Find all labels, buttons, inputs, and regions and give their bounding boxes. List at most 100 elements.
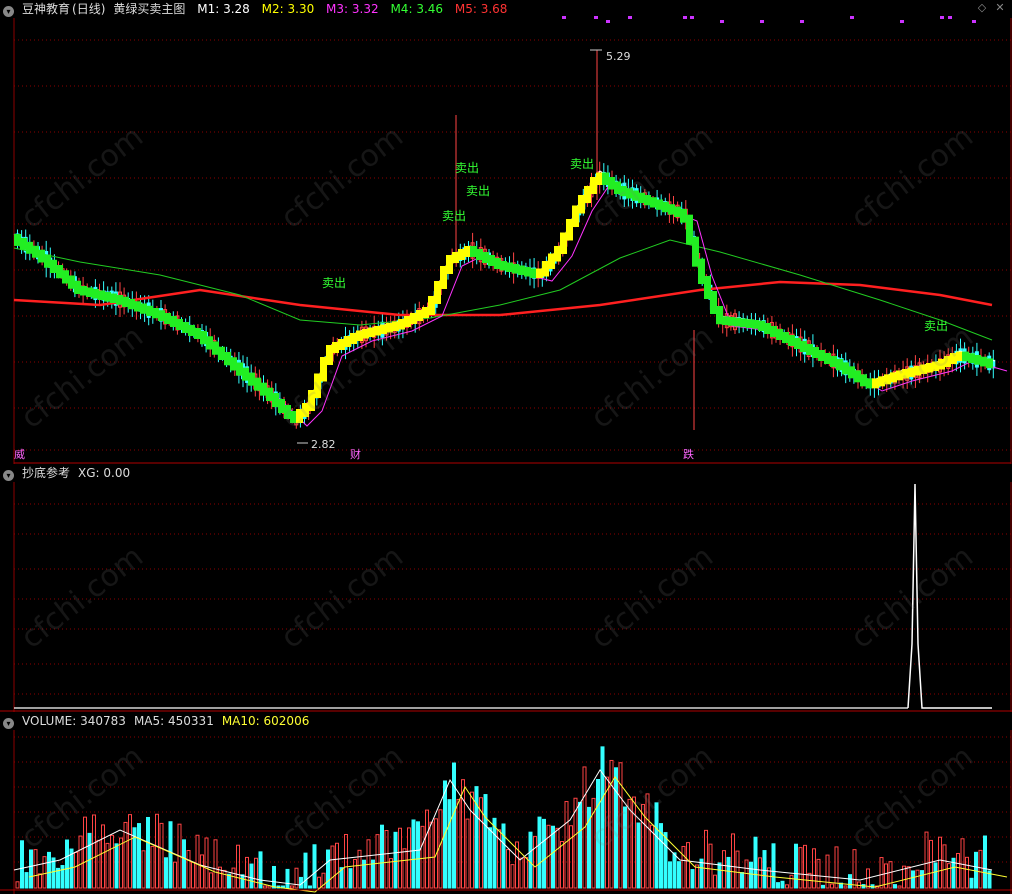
signal-band bbox=[542, 261, 549, 277]
signal-band bbox=[908, 367, 915, 377]
volume-bar bbox=[677, 861, 681, 889]
volume-bar bbox=[614, 767, 618, 889]
volume-bar bbox=[200, 854, 204, 889]
signal-band bbox=[566, 219, 573, 241]
signal-band bbox=[134, 301, 141, 312]
volume-bar bbox=[731, 833, 735, 889]
volume-bar bbox=[753, 836, 758, 889]
signal-band bbox=[20, 237, 27, 250]
volume-bar bbox=[303, 852, 308, 889]
volume-bar bbox=[263, 885, 267, 889]
signal-band bbox=[950, 353, 957, 364]
signal-dot bbox=[900, 20, 904, 23]
volume-bar bbox=[717, 862, 722, 889]
signal-band bbox=[626, 188, 633, 199]
event-marker: 财 bbox=[350, 447, 361, 461]
signal-band bbox=[806, 344, 813, 355]
signal-band bbox=[980, 356, 987, 367]
signal-band bbox=[470, 246, 477, 257]
signal-band bbox=[236, 362, 243, 376]
signal-band bbox=[560, 232, 567, 254]
signal-band bbox=[494, 258, 501, 269]
price-chart-canvas[interactable]: 卖出卖出卖出卖出卖出卖出5.292.82威财跌 bbox=[0, 0, 1012, 464]
bottom-indicator-canvas[interactable] bbox=[0, 464, 1012, 712]
volume-bar bbox=[488, 827, 492, 889]
signal-band bbox=[536, 268, 543, 278]
volume-bar bbox=[114, 843, 119, 889]
volume-bar bbox=[380, 824, 384, 889]
volume-bar bbox=[389, 858, 393, 889]
bottom-indicator-panel[interactable]: ▾ 抄底参考 XG: 0.00 bbox=[0, 464, 1012, 712]
signal-band bbox=[194, 328, 201, 339]
signal-band bbox=[968, 353, 975, 363]
volume-bar bbox=[672, 852, 677, 889]
volume-bar bbox=[920, 870, 924, 889]
volume-bar bbox=[600, 746, 605, 889]
volume-bar bbox=[519, 857, 524, 889]
volume-bar bbox=[429, 821, 434, 889]
signal-band bbox=[986, 358, 993, 369]
signal-band bbox=[68, 275, 75, 289]
signal-dot bbox=[683, 16, 687, 19]
signal-band bbox=[140, 303, 147, 314]
volume-bar bbox=[609, 759, 614, 889]
signal-band bbox=[170, 316, 177, 327]
volume-bar bbox=[956, 852, 960, 889]
volume-bar bbox=[758, 857, 762, 889]
volume-bar bbox=[78, 835, 83, 889]
signal-band bbox=[830, 356, 837, 367]
volume-bar bbox=[978, 849, 983, 889]
volume-bar bbox=[209, 872, 213, 889]
volume-bar bbox=[402, 848, 407, 889]
signal-dot bbox=[940, 16, 944, 19]
signal-band bbox=[776, 329, 783, 340]
signal-band bbox=[932, 361, 939, 371]
volume-canvas[interactable] bbox=[0, 712, 1012, 894]
signal-dot bbox=[594, 16, 598, 19]
volume-bar bbox=[348, 868, 353, 889]
signal-band bbox=[266, 387, 273, 401]
volume-bar bbox=[569, 825, 573, 889]
signal-band bbox=[890, 372, 897, 383]
signal-band bbox=[848, 366, 855, 379]
signal-band bbox=[818, 350, 825, 361]
price-chart-panel[interactable]: ▾ 豆神教育 (日线) 黄绿买卖主图 M1: 3.28 M2: 3.30 M3: 3.… bbox=[0, 0, 1012, 464]
signal-band bbox=[86, 287, 93, 297]
signal-band bbox=[188, 325, 195, 336]
volume-bar bbox=[168, 821, 173, 889]
volume-bar bbox=[290, 885, 294, 889]
signal-band bbox=[308, 390, 315, 411]
volume-panel[interactable]: ▾ VOLUME: 340783 MA5: 450331 MA10: 602006 bbox=[0, 712, 1012, 894]
volume-bar bbox=[96, 839, 101, 889]
volume-bar bbox=[353, 858, 357, 889]
signal-band bbox=[764, 323, 771, 334]
volume-bar bbox=[726, 856, 731, 889]
signal-band bbox=[524, 267, 531, 277]
signal-band bbox=[428, 296, 435, 315]
volume-bar bbox=[929, 839, 933, 889]
sell-signal-label: 卖出 bbox=[455, 161, 479, 175]
volume-bar bbox=[344, 834, 348, 889]
volume-bar bbox=[231, 867, 236, 889]
sell-signal-label: 卖出 bbox=[924, 319, 948, 333]
volume-bar bbox=[38, 873, 42, 889]
signal-band bbox=[710, 291, 717, 314]
signal-band bbox=[104, 292, 111, 302]
volume-bar bbox=[960, 838, 965, 889]
signal-band bbox=[326, 345, 333, 365]
volume-bar bbox=[393, 831, 398, 889]
volume-bar bbox=[627, 798, 632, 889]
volume-bar bbox=[384, 830, 389, 889]
volume-bar bbox=[146, 816, 150, 889]
volume-bar bbox=[335, 842, 339, 889]
signal-band bbox=[512, 264, 519, 274]
signal-band bbox=[680, 209, 687, 223]
signal-dot bbox=[972, 20, 976, 23]
volume-bar bbox=[236, 844, 240, 889]
volume-bar bbox=[560, 841, 564, 889]
volume-bar bbox=[906, 866, 911, 889]
volume-bar bbox=[195, 834, 200, 889]
signal-band bbox=[458, 249, 465, 260]
signal-band bbox=[758, 320, 765, 331]
volume-bar bbox=[375, 834, 380, 889]
